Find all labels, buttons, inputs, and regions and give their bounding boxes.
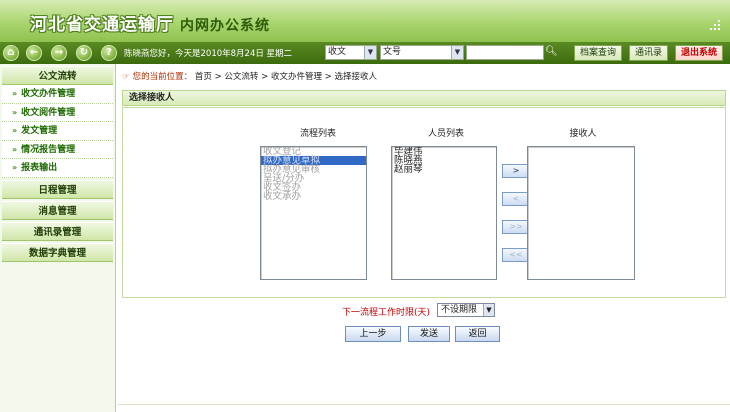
chevron-down-icon: ▼ xyxy=(364,46,376,59)
help-icon[interactable]: ? xyxy=(101,45,117,61)
people-listbox[interactable]: 毕建伟 陈晓燕 赵丽琴 xyxy=(391,146,497,280)
double-chevron-icon: » xyxy=(12,126,18,135)
person-option[interactable]: 赵丽琴 xyxy=(392,165,496,175)
chevron-down-icon: ▼ xyxy=(451,46,463,59)
flow-listbox[interactable]: 收文登记 拟办意见草拟 拟办意见审核 呈送/分办 收文签办 收文承办 xyxy=(260,146,367,280)
footer-divider xyxy=(118,404,730,412)
chevron-down-icon: ▼ xyxy=(483,304,494,316)
sidebar-item-label: 情况报告管理 xyxy=(21,144,76,155)
sidebar-item-label: 收文阅件管理 xyxy=(21,107,76,118)
receiver-list-title: 接收人 xyxy=(569,129,597,139)
forward-icon[interactable]: → xyxy=(51,45,67,61)
breadcrumb-separator: > xyxy=(214,72,225,82)
breadcrumb-label: 您的当前位置： xyxy=(132,72,193,82)
doc-field-select[interactable]: 文号 ▼ xyxy=(380,45,464,60)
breadcrumb-item-document-flow[interactable]: 公文流转 xyxy=(224,72,258,82)
sidebar-item-status-report[interactable]: » 情况报告管理 xyxy=(2,140,113,159)
doc-type-value: 收文 xyxy=(328,47,347,57)
sidebar-item-incoming-handle[interactable]: » 收文办件管理 xyxy=(2,85,113,104)
sidebar-item-label: 报表输出 xyxy=(21,163,58,173)
previous-step-button[interactable]: 上一步 xyxy=(345,326,401,342)
double-chevron-icon: » xyxy=(12,89,18,98)
app-header: 河北省交通运输厅 内网办公系统 xyxy=(0,0,730,42)
breadcrumb-separator: > xyxy=(324,72,335,82)
app-subtitle: 内网办公系统 xyxy=(180,18,270,34)
breadcrumb: ☞ 您的当前位置： 首页 > 公文流转 > 收文办件管理 > 选择接收人 xyxy=(122,70,377,84)
deadline-label: 下一流程工作时限(天) xyxy=(342,308,431,318)
breadcrumb-separator: > xyxy=(261,72,271,82)
exit-button[interactable]: 退出系统 xyxy=(675,45,724,61)
app-logo: 河北省交通运输厅 内网办公系统 xyxy=(30,10,270,35)
main-content: ☞ 您的当前位置： 首页 > 公文流转 > 收文办件管理 > 选择接收人 选择接收… xyxy=(118,64,730,412)
deadline-row: 下一流程工作时限(天) 不设期限 ▼ xyxy=(118,301,730,319)
people-list-title: 人员列表 xyxy=(427,129,464,139)
recipient-selector-panel: 流程列表 人员列表 接收人 收文登记 拟办意见草拟 拟办意见审核 呈送/分办 收… xyxy=(122,107,726,298)
add-receiver-button[interactable]: > xyxy=(502,164,530,178)
refresh-icon[interactable]: ↻ xyxy=(76,45,92,61)
back-icon[interactable]: ← xyxy=(26,45,42,61)
sidebar: 公文流转 » 收文办件管理 » 收文阅件管理 » 发文管理 » 情况报告管理 » 报表输出… xyxy=(0,64,116,412)
sidebar-section-address-book[interactable]: 通讯录管理 xyxy=(2,221,113,241)
sidebar-section-messages[interactable]: 消息管理 xyxy=(2,200,113,220)
deadline-value: 不设期限 xyxy=(441,305,478,315)
app-title: 河北省交通运输厅 xyxy=(30,15,174,35)
deadline-select[interactable]: 不设期限 ▼ xyxy=(437,303,495,317)
send-button[interactable]: 发送 xyxy=(408,326,450,342)
flow-option[interactable]: 收文承办 xyxy=(261,192,366,202)
breadcrumb-item-incoming-handle[interactable]: 收文办件管理 xyxy=(271,72,322,82)
search-icon[interactable]: 🔍︎ xyxy=(545,46,558,59)
sidebar-item-report-output[interactable]: » 报表输出 xyxy=(2,159,113,178)
add-all-receivers-button[interactable]: >> xyxy=(502,220,530,234)
section-title: 选择接收人 xyxy=(122,90,726,106)
doc-type-select[interactable]: 收文 ▼ xyxy=(325,45,377,60)
breadcrumb-item-current: 选择接收人 xyxy=(334,72,377,82)
greeting-text: 陈晓燕您好，今天是2010年8月24日 星期二 xyxy=(124,49,293,59)
archive-query-button[interactable]: 档案查询 xyxy=(574,45,623,61)
sidebar-item-incoming-read[interactable]: » 收文阅件管理 xyxy=(2,103,113,122)
toolbar: ⌂ ← → ↻ ? 陈晓燕您好，今天是2010年8月24日 星期二 收文 ▼ 文… xyxy=(0,42,730,64)
sidebar-section-data-dictionary[interactable]: 数据字典管理 xyxy=(2,242,113,262)
flow-list-title: 流程列表 xyxy=(299,129,336,139)
doc-field-value: 文号 xyxy=(383,47,402,57)
sidebar-item-label: 收文办件管理 xyxy=(21,89,76,99)
sidebar-section-schedule[interactable]: 日程管理 xyxy=(2,179,113,199)
sidebar-section-document-flow[interactable]: 公文流转 xyxy=(2,66,113,85)
remove-all-receivers-button[interactable]: << xyxy=(502,248,530,262)
home-icon[interactable]: ⌂ xyxy=(3,45,19,61)
search-input[interactable] xyxy=(466,45,544,60)
breadcrumb-item-home[interactable]: 首页 xyxy=(195,72,212,82)
double-chevron-icon: » xyxy=(12,163,18,172)
double-chevron-icon: » xyxy=(12,144,18,154)
double-chevron-icon: » xyxy=(12,107,18,117)
receiver-listbox[interactable] xyxy=(527,146,635,280)
sidebar-item-outgoing[interactable]: » 发文管理 xyxy=(2,122,113,141)
decorative-dots-icon xyxy=(708,20,722,34)
remove-receiver-button[interactable]: < xyxy=(502,192,530,206)
return-button[interactable]: 返回 xyxy=(455,326,500,342)
location-icon: ☞ xyxy=(122,72,130,82)
sidebar-item-label: 发文管理 xyxy=(21,126,58,136)
address-book-button[interactable]: 通讯录 xyxy=(629,45,669,61)
